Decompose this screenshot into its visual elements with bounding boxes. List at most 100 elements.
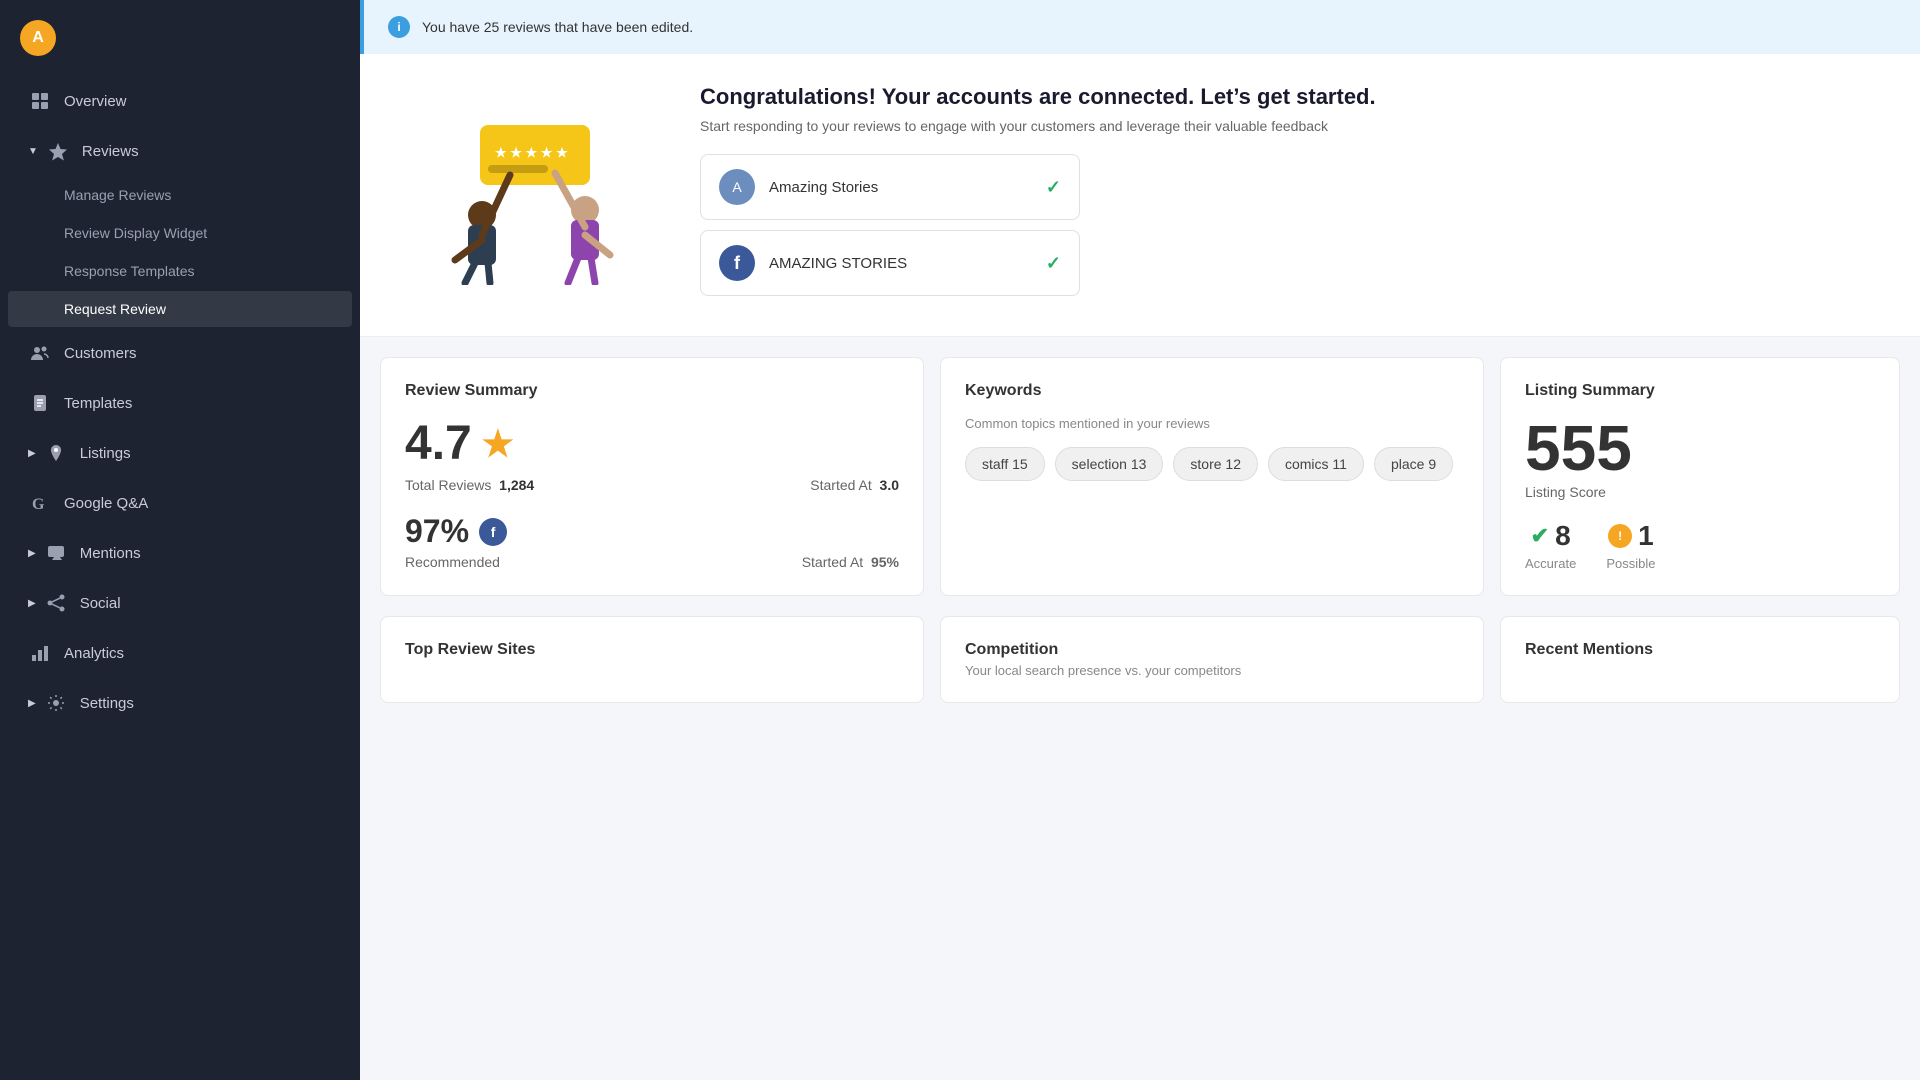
sidebar-item-customers[interactable]: Customers — [8, 329, 352, 377]
keyword-tag[interactable]: store 12 — [1173, 447, 1258, 481]
sidebar-item-overview[interactable]: Overview — [8, 77, 352, 125]
possible-label: Possible — [1606, 556, 1655, 571]
listing-summary-card: Listing Summary 555 Listing Score ✔ 8 Ac… — [1500, 357, 1900, 596]
welcome-text: Congratulations! Your accounts are conne… — [700, 84, 1880, 306]
sidebar-item-label: Reviews — [82, 143, 139, 160]
gear-icon — [44, 691, 68, 715]
notification-bar: i You have 25 reviews that have been edi… — [360, 0, 1920, 54]
chevron-down-icon: ▼ — [28, 146, 38, 157]
sidebar: A Overview ▼ Reviews Manage Reviews Revi… — [0, 0, 360, 1080]
sidebar-item-google-qa[interactable]: G Google Q&A — [8, 479, 352, 527]
started-at-label: Started At 3.0 — [810, 477, 899, 493]
review-summary-title: Review Summary — [405, 382, 899, 400]
dashboard-grid: Review Summary 4.7 ★ Total Reviews 1,284… — [360, 337, 1920, 616]
rating-display: 4.7 ★ — [405, 416, 899, 471]
sub-label: Request Review — [64, 301, 166, 317]
keyword-tag[interactable]: staff 15 — [965, 447, 1045, 481]
orange-badge-icon: ! — [1608, 524, 1632, 548]
chart-icon — [28, 641, 52, 665]
accurate-count: 8 — [1555, 520, 1571, 552]
keyword-tag[interactable]: comics 11 — [1268, 447, 1364, 481]
possible-count: 1 — [1638, 520, 1654, 552]
recommended-pct: 97% — [405, 513, 469, 550]
sidebar-sub-request-review[interactable]: Request Review — [8, 291, 352, 327]
sidebar-item-reviews[interactable]: ▼ Reviews — [8, 127, 352, 175]
sidebar-sub-review-display-widget[interactable]: Review Display Widget — [8, 215, 352, 251]
pin-icon — [44, 441, 68, 465]
listing-score-label: Listing Score — [1525, 484, 1875, 500]
star-rating-icon: ★ — [482, 423, 514, 465]
competition-card: Competition Your local search presence v… — [940, 616, 1484, 703]
listing-stats: ✔ 8 Accurate ! 1 Possible — [1525, 520, 1875, 571]
accurate-stat: ✔ 8 Accurate — [1525, 520, 1576, 571]
sidebar-item-templates[interactable]: Templates — [8, 379, 352, 427]
sidebar-item-social[interactable]: ▶ Social — [8, 579, 352, 627]
review-summary-card: Review Summary 4.7 ★ Total Reviews 1,284… — [380, 357, 924, 596]
possible-num: ! 1 — [1608, 520, 1654, 552]
account-name-facebook: AMAZING STORIES — [769, 255, 1032, 272]
listing-score-value: 555 — [1525, 416, 1875, 480]
check-icon-fb: ✓ — [1046, 253, 1061, 274]
sidebar-item-label: Settings — [80, 695, 134, 712]
welcome-section: ★ ★ ★ ★ ★ — [360, 54, 1920, 337]
recommended-row: 97% f — [405, 513, 899, 550]
sidebar-sub-response-templates[interactable]: Response Templates — [8, 253, 352, 289]
accurate-label: Accurate — [1525, 556, 1576, 571]
recent-mentions-title: Recent Mentions — [1525, 641, 1875, 659]
keyword-tag[interactable]: place 9 — [1374, 447, 1453, 481]
keyword-tag[interactable]: selection 13 — [1055, 447, 1164, 481]
started-at-value: 3.0 — [880, 477, 899, 493]
sub-label: Manage Reviews — [64, 187, 171, 203]
sub-label: Response Templates — [64, 263, 194, 279]
chevron-right-icon: ▶ — [28, 698, 36, 709]
google-icon: G — [28, 491, 52, 515]
competition-title: Competition — [965, 641, 1459, 659]
sidebar-item-label: Customers — [64, 345, 137, 362]
sidebar-item-label: Analytics — [64, 645, 124, 662]
started-at-2-value: 95% — [871, 554, 899, 570]
sidebar-item-listings[interactable]: ▶ Listings — [8, 429, 352, 477]
keywords-card: Keywords Common topics mentioned in your… — [940, 357, 1484, 596]
logo-icon: A — [20, 20, 56, 56]
accurate-num: ✔ 8 — [1531, 520, 1571, 552]
listing-summary-title: Listing Summary — [1525, 382, 1875, 400]
green-check-icon: ✔ — [1531, 523, 1549, 549]
sidebar-item-label: Mentions — [80, 545, 141, 562]
welcome-subtitle: Start responding to your reviews to enga… — [700, 118, 1880, 134]
sidebar-logo: A — [0, 10, 360, 76]
total-reviews-label: Total Reviews 1,284 — [405, 477, 534, 493]
sidebar-sub-manage-reviews[interactable]: Manage Reviews — [8, 177, 352, 213]
recent-mentions-card: Recent Mentions — [1500, 616, 1900, 703]
check-icon: ✓ — [1046, 177, 1061, 198]
sub-label: Review Display Widget — [64, 225, 207, 241]
account-avatar-generic: A — [719, 169, 755, 205]
competition-subtitle: Your local search presence vs. your comp… — [965, 663, 1459, 678]
rating-value: 4.7 — [405, 416, 472, 471]
doc-icon — [28, 391, 52, 415]
chevron-right-icon: ▶ — [28, 548, 36, 559]
keywords-title: Keywords — [965, 382, 1459, 400]
total-reviews-value: 1,284 — [499, 477, 534, 493]
sidebar-item-mentions[interactable]: ▶ Mentions — [8, 529, 352, 577]
sidebar-item-label: Google Q&A — [64, 495, 148, 512]
sidebar-item-settings[interactable]: ▶ Settings — [8, 679, 352, 727]
sidebar-item-label: Social — [80, 595, 121, 612]
people-icon — [28, 341, 52, 365]
welcome-title: Congratulations! Your accounts are conne… — [700, 84, 1880, 110]
keywords-subtitle: Common topics mentioned in your reviews — [965, 416, 1459, 431]
account-card-facebook: f AMAZING STORIES ✓ — [700, 230, 1080, 296]
sidebar-item-label: Overview — [64, 93, 127, 110]
top-review-sites-title: Top Review Sites — [405, 641, 899, 659]
facebook-small-icon: f — [479, 518, 507, 546]
keyword-tags-container: staff 15 selection 13 store 12 comics 11… — [965, 447, 1459, 481]
recommended-label-row: Recommended Started At 95% — [405, 554, 899, 570]
svg-text:G: G — [32, 496, 45, 513]
started-at-2: Started At 95% — [802, 554, 899, 570]
illustration: ★ ★ ★ ★ ★ — [400, 95, 660, 295]
star-icon — [46, 139, 70, 163]
chevron-right-icon: ▶ — [28, 598, 36, 609]
sidebar-item-analytics[interactable]: Analytics — [8, 629, 352, 677]
top-review-sites-card: Top Review Sites — [380, 616, 924, 703]
bottom-grid: Top Review Sites Competition Your local … — [360, 616, 1920, 723]
account-card-generic: A Amazing Stories ✓ — [700, 154, 1080, 220]
